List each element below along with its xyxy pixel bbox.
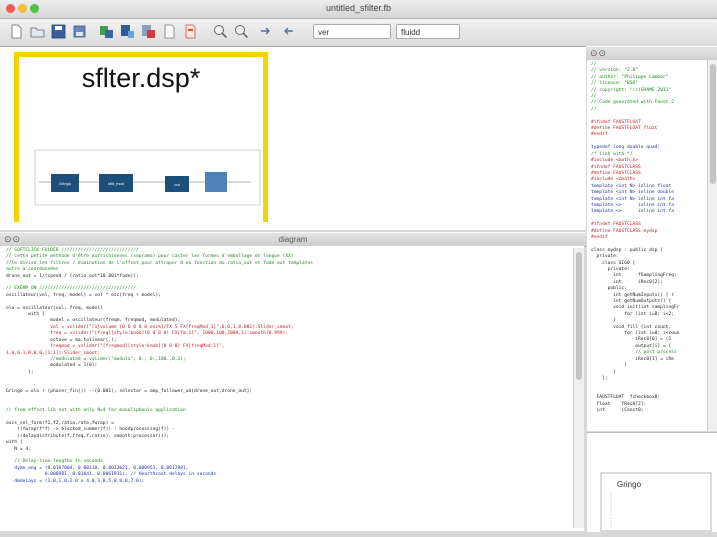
zoom-out-icon[interactable] — [233, 23, 250, 40]
diagram-title: sflter.dsp* — [81, 63, 201, 93]
block-diagram-icon[interactable] — [119, 23, 136, 40]
toolbar: ver fluidd — [0, 19, 717, 47]
gringo-block-label: Gringo — [59, 181, 72, 186]
pdf-icon[interactable] — [182, 23, 199, 40]
diagram-canvas[interactable]: sflter.dsp* Gringo sfilt_mod out — [14, 52, 268, 222]
export-icon[interactable] — [98, 23, 115, 40]
editor-code-text: // SOFTCLICK FOLDER ////////////////////… — [6, 248, 572, 485]
cpp-code-text: //// version: "2.0"// author: "Philippe … — [591, 62, 717, 414]
new-file-icon[interactable] — [8, 23, 25, 40]
window-title: untitled_sfilter.fb — [325, 3, 392, 13]
document-icon[interactable] — [161, 23, 178, 40]
editor-panel-title: diagram — [278, 235, 308, 244]
cpp-vertical-scrollbar[interactable] — [707, 60, 717, 431]
architecture-select[interactable]: fluidd — [396, 24, 460, 39]
svg-diagram-pane: Gringo — [587, 432, 717, 532]
zoom-in-icon[interactable] — [212, 23, 229, 40]
sfilt-mod-block-label: sfilt_mod — [108, 181, 124, 186]
editor-vertical-scrollbar[interactable] — [573, 248, 584, 528]
version-select-value: ver — [318, 28, 330, 37]
code-line: dmdelays = (1.0,1.0,2.0 x 4.0,3.0,5.0,0.… — [6, 478, 145, 484]
mini-diagram-svg: Gringo — [600, 472, 712, 532]
faust-code-editor[interactable]: // SOFTCLICK FOLDER ////////////////////… — [0, 246, 584, 531]
block-diagram-svg: Gringo sfilt_mod out — [34, 149, 261, 206]
cpp-panel-header: ⊙⊙ — [586, 46, 717, 61]
window-titlebar: untitled_sfilter.fb — [0, 0, 717, 19]
diagram-preview-panel: sflter.dsp* Gringo sfilt_mod out — [0, 47, 586, 269]
mini-diagram-label: Gringo — [617, 480, 642, 489]
output-block[interactable] — [205, 172, 227, 192]
code-line: int iConst0; — [591, 407, 644, 413]
editor-panel-header: ⊙⊙ diagram — [0, 232, 586, 247]
save-as-icon[interactable] — [71, 23, 88, 40]
out-block-label: out — [174, 182, 180, 187]
save-icon[interactable] — [50, 23, 67, 40]
version-select[interactable]: ver — [313, 24, 391, 39]
cpp-panel-window-buttons[interactable]: ⊙⊙ — [590, 48, 607, 59]
navigate-forward-icon[interactable] — [258, 23, 275, 40]
cpp-code-view[interactable]: //// version: "2.0"// author: "Philippe … — [587, 60, 717, 431]
stop-icon[interactable] — [140, 23, 157, 40]
navigate-back-icon[interactable] — [279, 23, 296, 40]
open-folder-icon[interactable] — [29, 23, 46, 40]
architecture-select-value: fluidd — [401, 28, 421, 37]
